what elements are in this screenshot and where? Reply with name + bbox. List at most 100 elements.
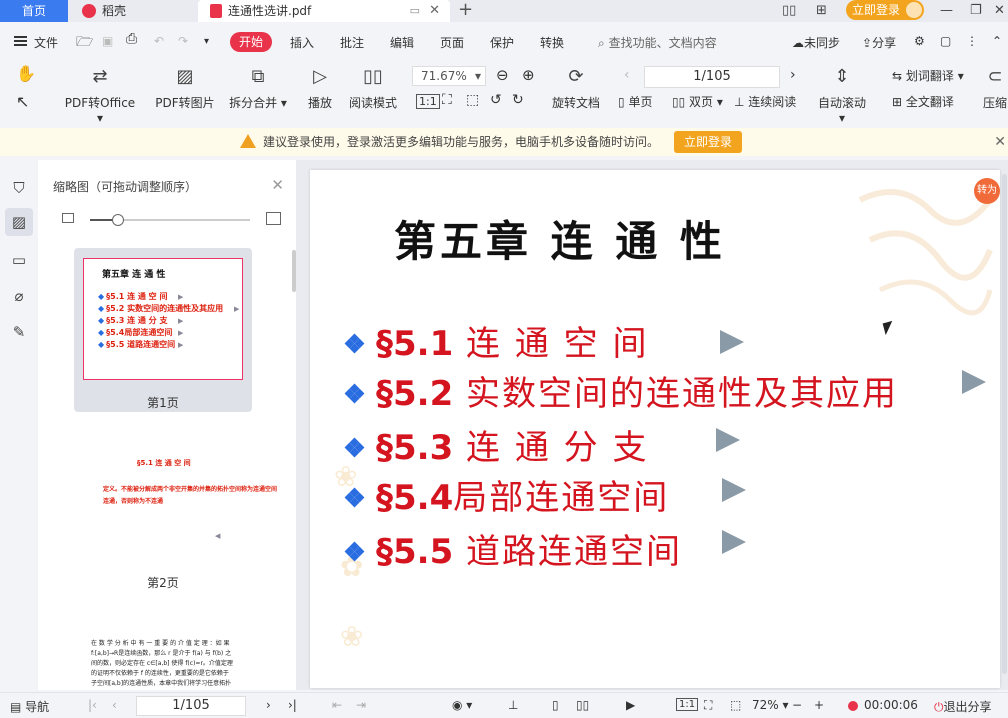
large-image-icon[interactable]: [266, 212, 281, 225]
fit-page-icon[interactable]: ⛶: [442, 92, 452, 108]
attachment-icon[interactable]: ⌀: [9, 286, 29, 306]
pdf-to-office-button[interactable]: ⇄ PDF转Office ▾: [60, 64, 140, 125]
last-page-icon[interactable]: ›|: [288, 698, 297, 712]
menu-page[interactable]: 页面: [440, 34, 464, 51]
play-button[interactable]: ▷ 播放: [302, 64, 338, 111]
thumbnail-icon[interactable]: ▨: [5, 208, 33, 236]
navigation-button[interactable]: ▤ 导航: [10, 698, 49, 715]
print-icon[interactable]: ⎙: [126, 31, 137, 47]
single-page-view-icon[interactable]: ▯: [552, 698, 559, 712]
play-slideshow-icon[interactable]: ▶: [626, 698, 635, 712]
minimize-icon[interactable]: —: [940, 0, 953, 22]
thumbnail-size-slider-knob[interactable]: [112, 214, 124, 226]
signature-icon[interactable]: ✎: [9, 322, 29, 342]
compress-button[interactable]: ⊂ 压缩: [980, 64, 1008, 111]
menu-convert[interactable]: 转换: [540, 34, 564, 51]
notice-login-button[interactable]: 立即登录: [674, 131, 742, 153]
menu-insert[interactable]: 插入: [290, 34, 314, 51]
fit-page-status-icon[interactable]: ⛶: [704, 698, 712, 713]
first-page-icon[interactable]: |‹: [88, 698, 97, 712]
split-merge-button[interactable]: ⧉ 拆分合并 ▾: [226, 64, 290, 111]
auto-scroll-button[interactable]: ⇕ 自动滚动 ▾: [814, 64, 870, 125]
zoom-out-icon[interactable]: ⊖: [496, 66, 509, 84]
tab-close-icon[interactable]: ✕: [429, 0, 440, 22]
continuous-read-button[interactable]: ⊥ 连续阅读: [734, 93, 796, 110]
zoom-in-icon[interactable]: ⊕: [522, 66, 535, 84]
new-tab-button[interactable]: +: [458, 0, 473, 20]
zoom-select[interactable]: 71.67% ▾: [412, 66, 486, 86]
menu-annotate[interactable]: 批注: [340, 34, 364, 51]
play-arrow-icon[interactable]: [722, 478, 746, 502]
cloud-sync-button[interactable]: ☁未同步: [792, 34, 840, 51]
share-button[interactable]: ⇪分享: [862, 34, 896, 51]
bookmark-icon[interactable]: ⛉: [9, 178, 29, 198]
zoom-out-status-icon[interactable]: −: [792, 698, 802, 712]
select-cursor-icon[interactable]: ↖: [16, 92, 29, 111]
back-icon[interactable]: ⇤: [332, 698, 342, 712]
double-page-button[interactable]: ▯▯ 双页 ▾: [672, 93, 723, 110]
tab-home[interactable]: 首页: [0, 0, 68, 22]
double-page-view-icon[interactable]: ▯▯: [576, 698, 589, 712]
search-input[interactable]: ⌕ 查找功能、文档内容: [598, 34, 717, 51]
menu-file[interactable]: 文件: [34, 34, 58, 51]
full-translate-button[interactable]: ⊞ 全文翻译: [892, 93, 954, 110]
rotate-right-icon[interactable]: ↻: [512, 92, 524, 108]
play-arrow-icon[interactable]: [962, 370, 986, 394]
thumbnail-page-3-preview[interactable]: 在 数 学 分 析 中 有 一 重 要 的 介 值 定 理 ：如 果 f:[a,…: [83, 634, 243, 690]
thumbnail-page-1-preview[interactable]: 第五章 连 通 性 ◆ §5.1 连 通 空 间 ▶ ◆ §5.2 实数空间的连通性…: [83, 258, 243, 380]
play-arrow-icon[interactable]: [722, 530, 746, 554]
collapse-ribbon-icon[interactable]: ⌃: [992, 34, 1002, 48]
play-arrow-icon[interactable]: [720, 330, 744, 354]
play-arrow-icon[interactable]: [716, 428, 740, 452]
grid-icon[interactable]: ⊞: [816, 0, 827, 22]
word-translate-button[interactable]: ⇆ 划词翻译 ▾: [892, 67, 964, 84]
forward-icon[interactable]: ⇥: [356, 698, 366, 712]
restore-icon[interactable]: ❐: [970, 0, 982, 22]
rotate-left-icon[interactable]: ↺: [490, 92, 502, 108]
zoom-status-select[interactable]: 72% ▾: [752, 698, 789, 712]
menu-start[interactable]: 开始: [230, 32, 272, 52]
eye-protection-icon[interactable]: ◉ ▾: [452, 698, 472, 712]
monitor-icon[interactable]: ▭: [410, 0, 420, 22]
notice-close-icon[interactable]: ✕: [994, 128, 1006, 156]
prev-page-status-icon[interactable]: ‹: [112, 698, 117, 712]
open-folder-icon[interactable]: 🗁: [76, 31, 93, 55]
convert-badge[interactable]: 转为: [974, 178, 1000, 204]
zoom-in-status-icon[interactable]: +: [814, 698, 824, 712]
small-image-icon[interactable]: [62, 213, 74, 223]
single-page-button[interactable]: ▯ 单页: [618, 93, 652, 110]
comment-panel-icon[interactable]: ▭: [9, 250, 29, 270]
menu-edit[interactable]: 编辑: [390, 34, 414, 51]
thumbnail-page-2-preview[interactable]: §5.1 连 通 空 间 定义。不能被分解成两个非空开集的并集的拓扑空间称为连通…: [83, 444, 277, 562]
close-window-icon[interactable]: ✕: [994, 0, 1005, 22]
exit-share-button[interactable]: ⏻退出分享: [934, 698, 992, 715]
undo-icon[interactable]: ↶: [154, 34, 164, 48]
more-icon[interactable]: ⋮: [966, 34, 978, 48]
tab-document[interactable]: 连通性选讲.pdf ▭ ✕: [198, 0, 450, 22]
settings-gear-icon[interactable]: ⚙: [914, 34, 925, 48]
prev-page-icon[interactable]: ‹: [624, 67, 630, 83]
hamburger-menu-icon[interactable]: [14, 36, 27, 46]
next-page-status-icon[interactable]: ›: [266, 698, 271, 712]
hand-tool-icon[interactable]: ✋: [16, 64, 36, 83]
continuous-view-icon[interactable]: ⊥: [508, 698, 518, 712]
tab-daoke[interactable]: 稻壳: [70, 0, 196, 22]
fit-width-status-icon[interactable]: ⬚: [730, 698, 741, 712]
thumbnail-panel-close-icon[interactable]: ✕: [271, 176, 284, 194]
reader-mode-icon[interactable]: ▯▯: [782, 0, 796, 22]
save-icon[interactable]: ▣: [102, 34, 113, 48]
pdf-to-image-button[interactable]: ▨ PDF转图片: [154, 64, 216, 111]
document-scrollbar-thumb[interactable]: [1002, 174, 1007, 674]
login-button[interactable]: 立即登录: [846, 0, 924, 20]
actual-size-icon[interactable]: 1:1: [416, 94, 440, 109]
rotate-doc-button[interactable]: ⟳ 旋转文档: [550, 64, 602, 111]
redo-icon[interactable]: ↷: [178, 34, 188, 48]
fit-width-icon[interactable]: ⬚: [466, 92, 479, 108]
document-scrollbar[interactable]: [1000, 160, 1008, 690]
status-page-input[interactable]: 1/105: [136, 696, 246, 716]
menu-protect[interactable]: 保护: [490, 34, 514, 51]
page-number-input[interactable]: 1/105: [644, 66, 780, 88]
actual-size-status-icon[interactable]: 1:1: [676, 698, 699, 711]
read-mode-button[interactable]: ▯▯ 阅读模式: [346, 64, 400, 111]
chevron-down-icon[interactable]: ▾: [204, 36, 209, 47]
